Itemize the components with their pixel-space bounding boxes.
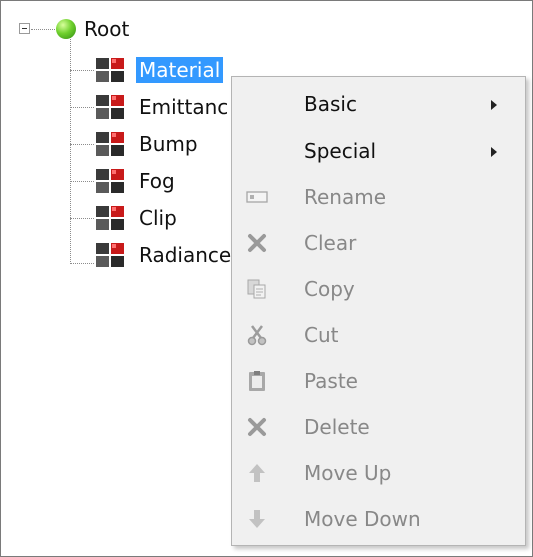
menu-item-label: Move Down <box>304 507 421 531</box>
menu-item-label: Basic <box>304 92 357 116</box>
menu-item-label: Special <box>304 139 377 163</box>
menu-item-label: Cut <box>304 323 339 347</box>
menu-item-cut[interactable]: Cut <box>232 312 525 358</box>
collapse-toggle[interactable] <box>19 23 30 34</box>
menu-item-special[interactable]: Special <box>232 128 525 174</box>
menu-item-copy[interactable]: Copy <box>232 266 525 312</box>
tree-item-bump[interactable]: Bump <box>139 131 198 157</box>
tree-connector <box>70 70 94 71</box>
menu-item-move-up[interactable]: Move Up <box>232 450 525 496</box>
tree-connector <box>70 218 94 219</box>
material-icon <box>96 206 124 230</box>
arrow-down-icon <box>249 510 265 528</box>
rename-icon <box>246 191 268 203</box>
menu-item-delete[interactable]: Delete <box>232 404 525 450</box>
clear-x-icon <box>248 234 266 252</box>
tree-connector <box>70 181 94 182</box>
copy-icon <box>247 279 266 299</box>
menu-item-label: Clear <box>304 231 357 255</box>
menu-item-move-down[interactable]: Move Down <box>232 496 525 542</box>
material-icon <box>96 169 124 193</box>
tree-item-radiance[interactable]: Radiance <box>139 242 231 268</box>
delete-x-icon <box>248 418 266 436</box>
tree-item-fog[interactable]: Fog <box>139 168 175 194</box>
material-icon <box>96 243 124 267</box>
menu-item-basic[interactable]: Basic <box>232 81 525 127</box>
tree-connector <box>70 263 94 264</box>
menu-item-label: Rename <box>304 185 387 209</box>
menu-item-label: Delete <box>304 415 370 439</box>
menu-item-label: Move Up <box>304 461 392 485</box>
submenu-arrow-icon <box>491 100 497 110</box>
tree-item-emittance[interactable]: Emittanc <box>139 94 228 120</box>
material-icon <box>96 95 124 119</box>
menu-item-label: Paste <box>304 369 358 393</box>
tree-root-label[interactable]: Root <box>84 16 129 42</box>
menu-item-clear[interactable]: Clear <box>232 220 525 266</box>
arrow-up-icon <box>249 464 265 482</box>
menu-item-label: Copy <box>304 277 355 301</box>
paste-icon <box>249 371 265 391</box>
submenu-arrow-icon <box>491 147 497 157</box>
tree-connector <box>70 144 94 145</box>
tree-connector-root <box>31 29 55 30</box>
tree-item-clip[interactable]: Clip <box>139 205 177 231</box>
material-icon <box>96 132 124 156</box>
context-menu: Basic Special Rename Clear Copy Cut Past… <box>231 76 526 546</box>
tree-item-material[interactable]: Material <box>136 57 224 83</box>
tree-connector <box>70 107 94 108</box>
menu-item-rename[interactable]: Rename <box>232 174 525 220</box>
scissors-icon <box>247 325 267 346</box>
green-ball-icon <box>56 19 76 39</box>
menu-item-paste[interactable]: Paste <box>232 358 525 404</box>
material-icon <box>96 58 124 82</box>
